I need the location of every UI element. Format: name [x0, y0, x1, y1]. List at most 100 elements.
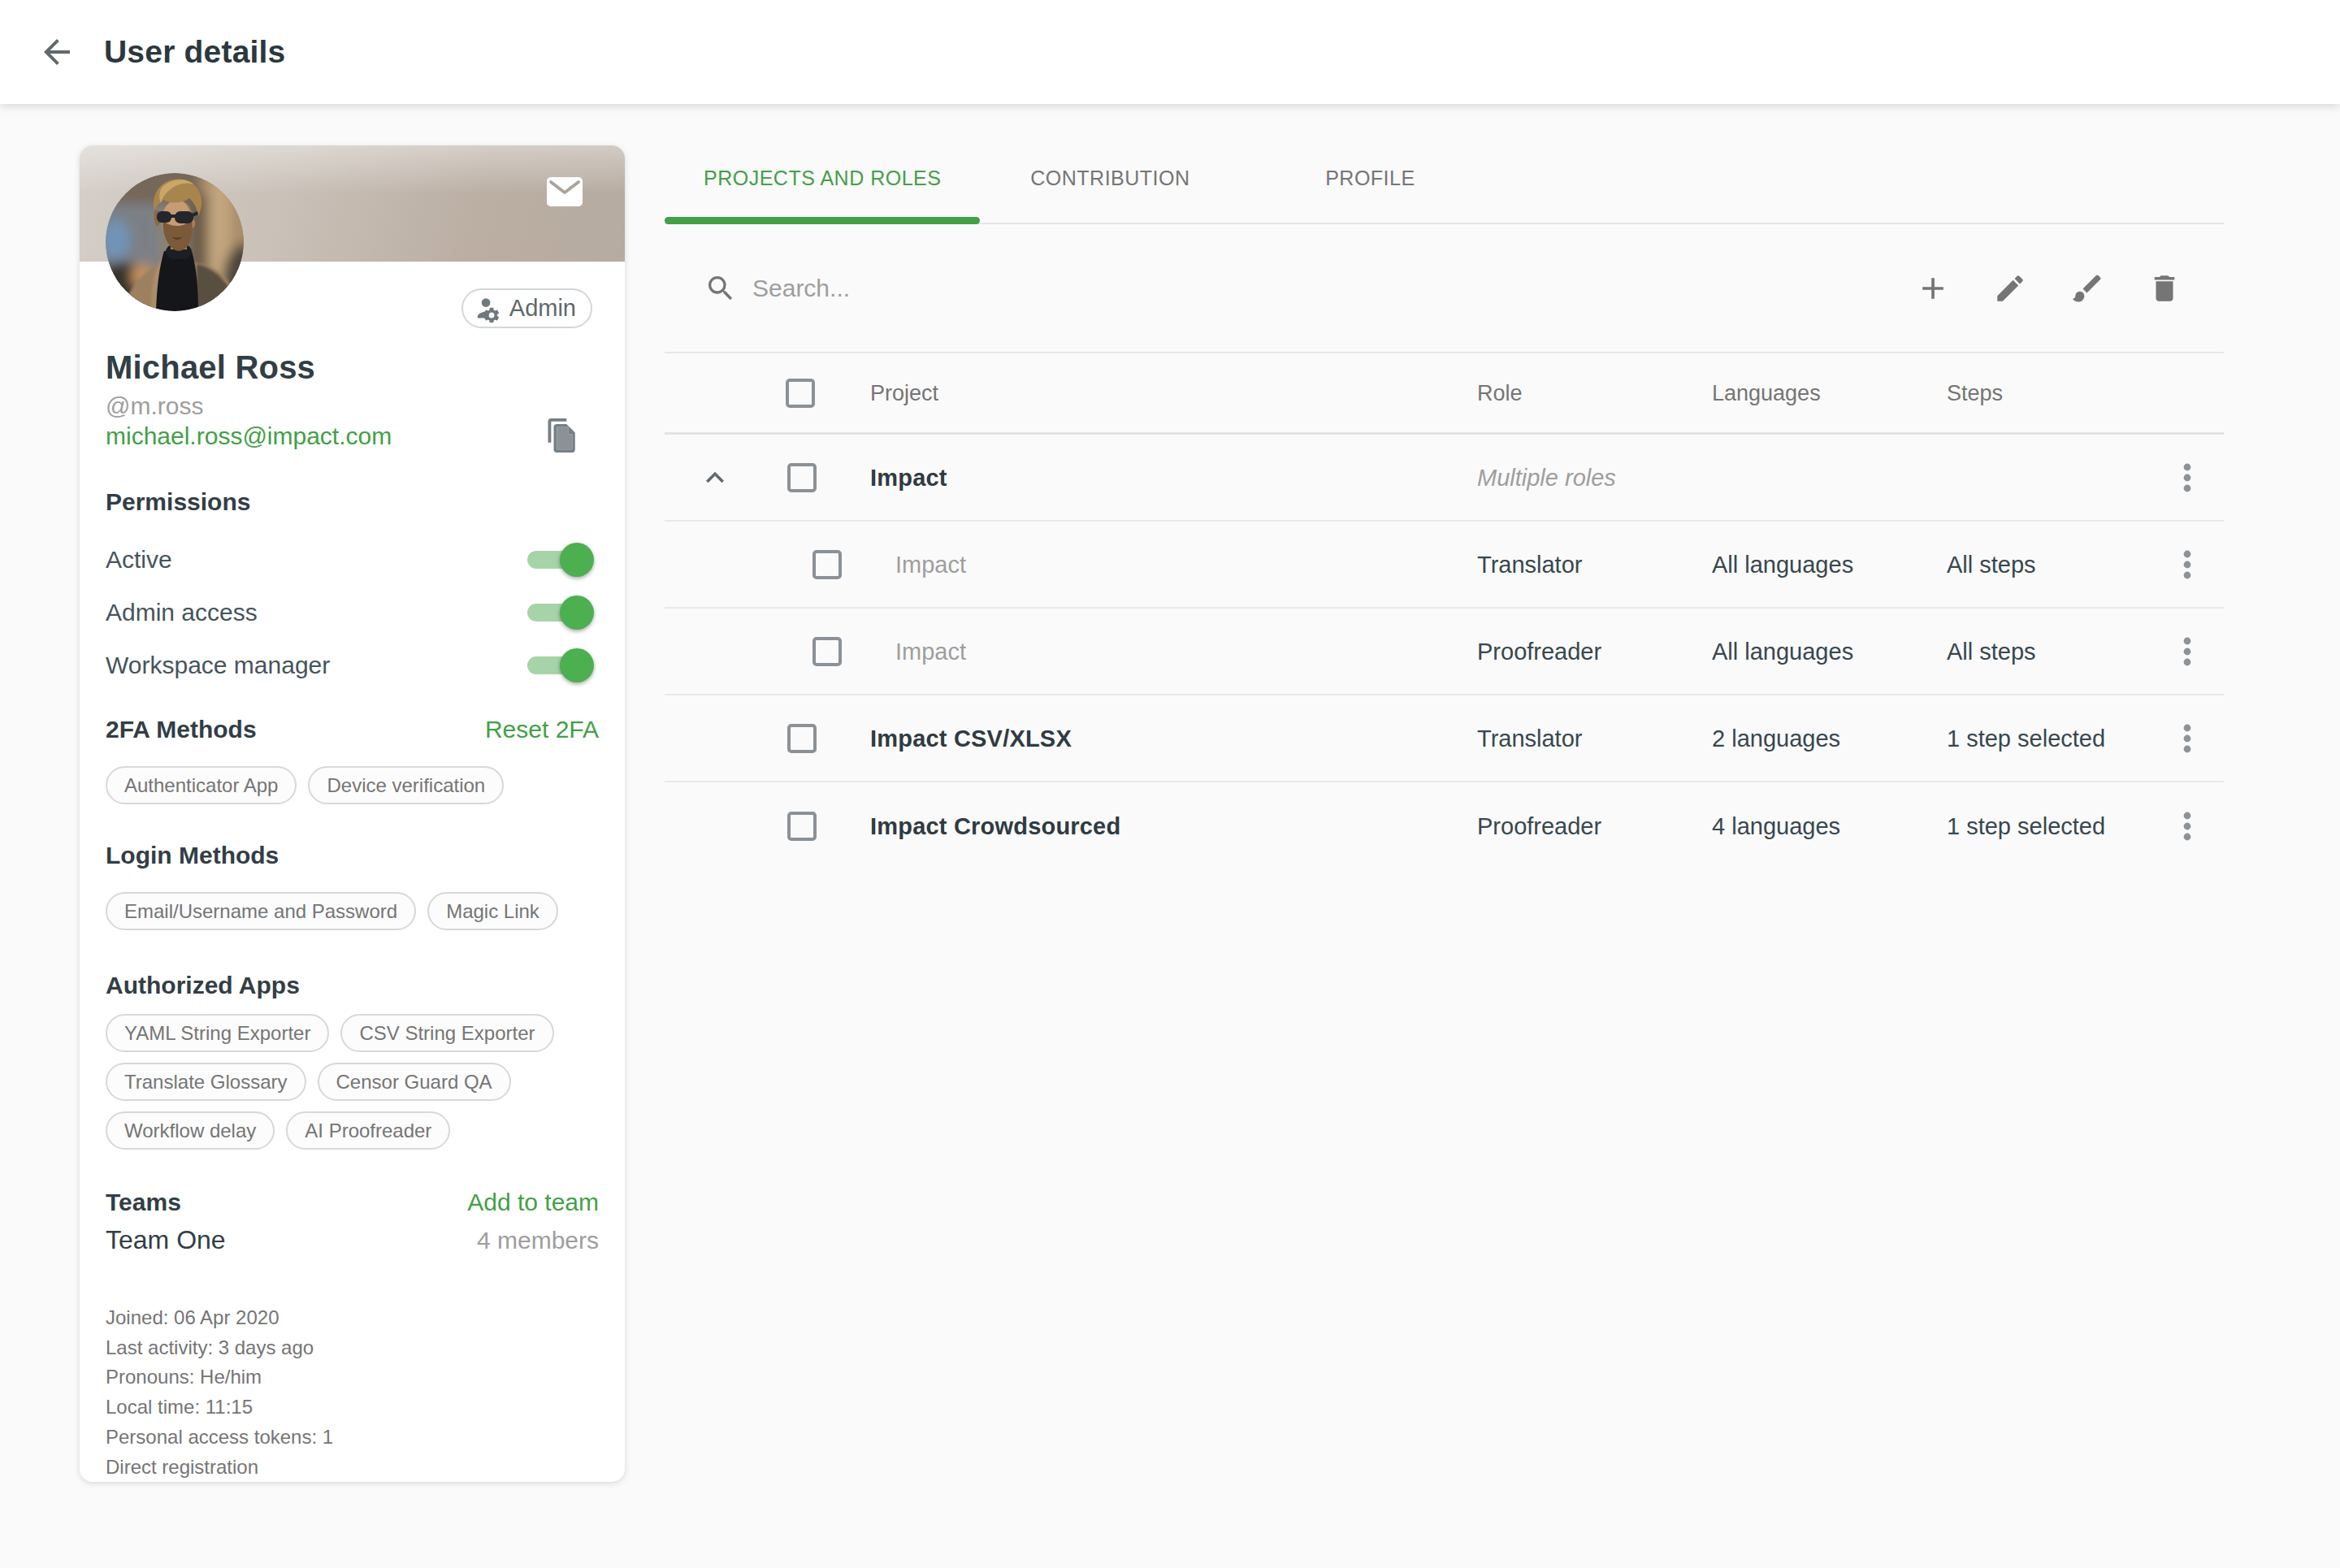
- permission-row-admin-access: Admin access: [106, 586, 599, 639]
- authorized-app-chip: YAML String Exporter: [106, 1014, 329, 1052]
- column-header-role: Role: [1477, 380, 1523, 405]
- steps-cell: All steps: [1947, 551, 2036, 578]
- project-name: Impact CSV/XLSX: [870, 725, 1072, 752]
- languages-cell: All languages: [1712, 638, 1853, 665]
- meta-joined: Joined: 06 Apr 2020: [106, 1303, 599, 1333]
- languages-cell: 4 languages: [1712, 812, 1840, 839]
- authorized-apps-title: Authorized Apps: [106, 970, 599, 1001]
- steps-cell: All steps: [1947, 638, 2036, 665]
- twofa-chip: Authenticator App: [106, 766, 297, 804]
- authorized-app-chip: CSV String Exporter: [340, 1014, 553, 1052]
- pencil-icon: [1993, 271, 2027, 305]
- table-row-impact-translator: Impact Translator All languages All step…: [665, 522, 2224, 609]
- back-button[interactable]: [37, 32, 76, 71]
- authorized-app-chips: YAML String Exporter CSV String Exporter…: [106, 1014, 599, 1150]
- login-methods-title: Login Methods: [106, 840, 599, 871]
- user-name: Michael Ross: [106, 346, 599, 388]
- trash-icon: [2147, 271, 2182, 305]
- login-method-chip: Magic Link: [427, 892, 558, 930]
- languages-cell: 2 languages: [1712, 725, 1840, 752]
- kebab-icon: [2169, 547, 2205, 583]
- row-menu-button[interactable]: [2169, 547, 2205, 583]
- authorized-app-chip: Workflow delay: [106, 1111, 275, 1150]
- row-menu-button[interactable]: [2169, 808, 2205, 844]
- tab-projects-and-roles[interactable]: PROJECTS AND ROLES: [665, 145, 980, 223]
- steps-cell: 1 step selected: [1947, 725, 2105, 752]
- row-checkbox[interactable]: [812, 550, 842, 579]
- add-to-team-link[interactable]: Add to team: [467, 1187, 599, 1218]
- project-name: Impact Crowdsourced: [870, 812, 1120, 839]
- login-method-chips: Email/Username and Password Magic Link: [106, 892, 599, 930]
- user-email-link[interactable]: michael.ross@impact.com: [106, 421, 392, 451]
- tab-bar: PROJECTS AND ROLES CONTRIBUTION PROFILE: [665, 145, 2224, 224]
- meta-local-time: Local time: 11:15: [106, 1393, 599, 1423]
- column-header-steps: Steps: [1947, 380, 2003, 405]
- page-title: User details: [104, 34, 286, 70]
- active-toggle[interactable]: [527, 542, 592, 578]
- table-row-group-impact: Impact Multiple roles: [665, 435, 2224, 522]
- app-header: User details: [0, 0, 2340, 104]
- permission-row-active: Active: [106, 533, 599, 586]
- project-name: Impact: [870, 464, 947, 491]
- delete-button[interactable]: [2145, 269, 2184, 308]
- add-button[interactable]: [1913, 269, 1952, 308]
- arrow-back-icon: [37, 32, 76, 71]
- search-input[interactable]: [752, 275, 1402, 302]
- project-name: Impact: [895, 638, 966, 665]
- tab-contribution[interactable]: CONTRIBUTION: [980, 145, 1240, 223]
- meta-registration: Direct registration: [106, 1453, 599, 1483]
- role-note: Multiple roles: [1477, 464, 1616, 491]
- select-all-checkbox[interactable]: [786, 379, 815, 408]
- workspace-manager-toggle[interactable]: [527, 648, 592, 683]
- chevron-up-icon: [697, 460, 733, 496]
- user-profile-card: Admin Michael Ross @m.ross michael.ross@…: [80, 145, 625, 1482]
- role-cell: Proofreader: [1477, 638, 1601, 665]
- meta-access-tokens: Personal access tokens: 1: [106, 1423, 599, 1453]
- login-method-chip: Email/Username and Password: [106, 892, 416, 930]
- row-checkbox[interactable]: [787, 724, 817, 753]
- admin-access-toggle[interactable]: [527, 595, 592, 630]
- kebab-icon: [2169, 721, 2205, 756]
- steps-cell: 1 step selected: [1947, 812, 2105, 839]
- column-header-project: Project: [870, 380, 938, 405]
- project-name: Impact: [895, 551, 966, 578]
- clean-button[interactable]: [2068, 269, 2107, 308]
- reset-2fa-link[interactable]: Reset 2FA: [485, 714, 599, 745]
- kebab-icon: [2169, 634, 2205, 669]
- role-cell: Translator: [1477, 725, 1582, 752]
- role-cell: Proofreader: [1477, 812, 1601, 839]
- permission-label: Admin access: [106, 599, 258, 626]
- column-header-languages: Languages: [1712, 380, 1821, 405]
- send-email-button[interactable]: [547, 177, 583, 206]
- team-members-count: 4 members: [477, 1227, 599, 1254]
- role-cell: Translator: [1477, 551, 1582, 578]
- table-header-row: Project Role Languages Steps: [665, 353, 2224, 435]
- kebab-icon: [2169, 808, 2205, 844]
- row-checkbox[interactable]: [787, 463, 817, 492]
- profile-details: Michael Ross @m.ross michael.ross@impact…: [80, 262, 625, 1482]
- main-content: PROJECTS AND ROLES CONTRIBUTION PROFILE: [665, 145, 2224, 869]
- authorized-app-chip: Censor Guard QA: [318, 1063, 511, 1101]
- languages-cell: All languages: [1712, 551, 1853, 578]
- team-row: Team One 4 members: [106, 1223, 599, 1257]
- collapse-row-button[interactable]: [697, 460, 733, 496]
- permission-label: Active: [106, 546, 172, 574]
- permission-label: Workspace manager: [106, 652, 330, 679]
- edit-button[interactable]: [1991, 269, 2030, 308]
- row-menu-button[interactable]: [2169, 721, 2205, 756]
- permissions-list: Active Admin access Workspace manager: [106, 533, 599, 691]
- table-row-impact-crowdsourced: Impact Crowdsourced Proofreader 4 langua…: [665, 782, 2224, 869]
- twofa-title: 2FA Methods: [106, 714, 257, 745]
- user-handle: @m.ross: [106, 391, 599, 421]
- row-checkbox[interactable]: [787, 812, 817, 841]
- table-row-impact-proofreader: Impact Proofreader All languages All ste…: [665, 609, 2224, 695]
- meta-pronouns: Pronouns: He/him: [106, 1362, 599, 1393]
- authorized-app-chip: AI Proofreader: [286, 1111, 450, 1150]
- row-checkbox[interactable]: [812, 637, 842, 666]
- twofa-chips: Authenticator App Device verification: [106, 766, 599, 804]
- teams-title: Teams: [106, 1187, 181, 1218]
- row-menu-button[interactable]: [2169, 460, 2205, 496]
- row-menu-button[interactable]: [2169, 634, 2205, 669]
- tab-profile[interactable]: PROFILE: [1240, 145, 1500, 223]
- team-name: Team One: [106, 1223, 226, 1257]
